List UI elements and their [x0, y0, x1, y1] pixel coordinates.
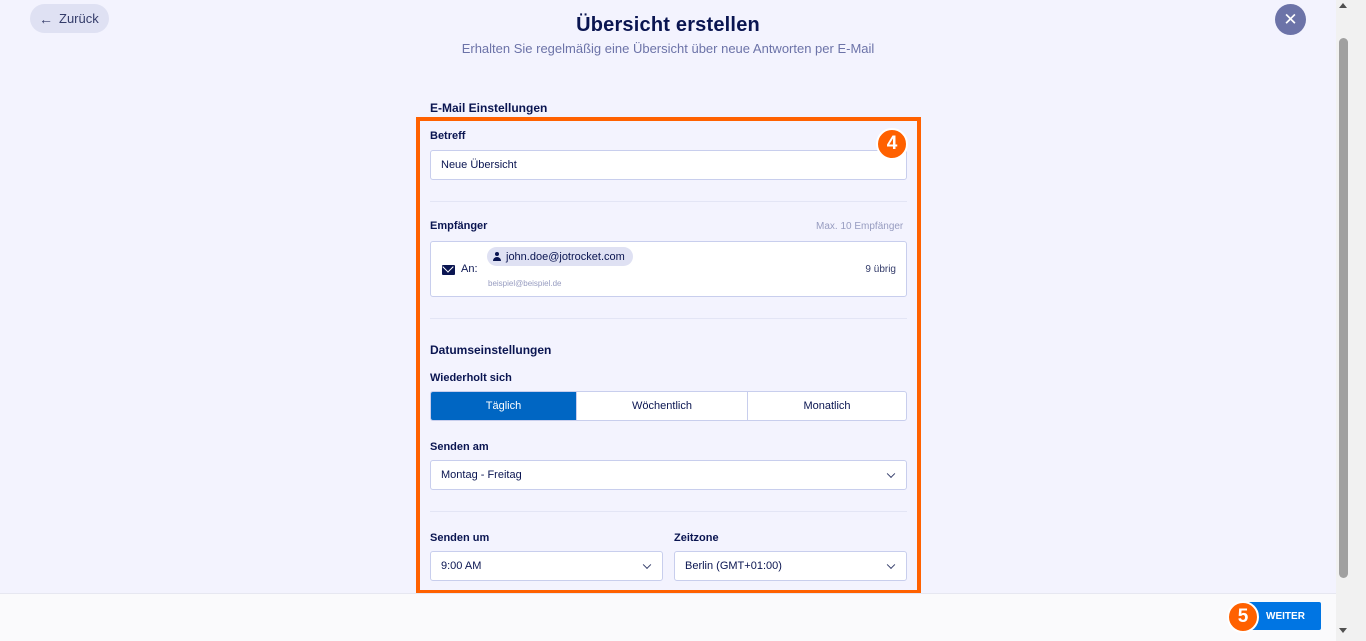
recipients-remaining: 9 übrig: [865, 264, 896, 275]
to-label: An:: [461, 263, 478, 275]
page-subtitle: Erhalten Sie regelmäßig eine Übersicht ü…: [461, 41, 875, 56]
email-settings-title: E-Mail Einstellungen: [430, 101, 548, 115]
send-at-label: Senden um: [430, 532, 490, 544]
mail-icon: [442, 265, 455, 275]
divider: [430, 318, 907, 319]
footer-bar: [0, 593, 1336, 641]
send-on-label: Senden am: [430, 441, 489, 453]
send-at-select[interactable]: 9:00 AM: [430, 551, 663, 581]
send-on-value: Montag - Freitag: [441, 469, 522, 481]
chevron-down-icon: [642, 560, 652, 570]
subject-input[interactable]: Neue Übersicht: [430, 150, 907, 180]
scroll-up-icon[interactable]: [1339, 3, 1347, 8]
timezone-value: Berlin (GMT+01:00): [685, 560, 782, 572]
date-settings-title: Datumseinstellungen: [430, 343, 552, 357]
repeat-segmented-control: Täglich Wöchentlich Monatlich: [430, 391, 907, 421]
recipient-chip[interactable]: john.doe@jotrocket.com: [487, 247, 633, 266]
user-icon: [493, 252, 501, 261]
repeat-option-daily[interactable]: Täglich: [431, 392, 577, 420]
chevron-down-icon: [886, 469, 896, 479]
recipients-max-hint: Max. 10 Empfänger: [816, 221, 904, 232]
repeat-option-monthly[interactable]: Monatlich: [748, 392, 906, 420]
scrollbar-thumb[interactable]: [1339, 38, 1348, 578]
send-at-value: 9:00 AM: [441, 560, 482, 572]
scrollbar[interactable]: [1336, 0, 1366, 641]
recipients-field[interactable]: An: john.doe@jotrocket.com beispiel@beis…: [430, 241, 907, 297]
subject-value: Neue Übersicht: [441, 159, 517, 171]
page-title: Übersicht erstellen: [576, 14, 760, 36]
subject-label: Betreff: [430, 130, 466, 142]
repeat-option-weekly[interactable]: Wöchentlich: [577, 392, 748, 420]
repeat-label: Wiederholt sich: [430, 372, 512, 384]
page-header: Übersicht erstellen Erhalten Sie regelmä…: [0, 14, 1336, 56]
divider: [430, 201, 907, 202]
recipient-email: john.doe@jotrocket.com: [506, 250, 625, 263]
step-badge-5: 5: [1227, 601, 1259, 633]
timezone-label: Zeitzone: [674, 532, 719, 544]
recipients-label: Empfänger: [430, 220, 488, 232]
step-badge-4: 4: [876, 128, 908, 160]
scroll-down-icon[interactable]: [1339, 628, 1347, 633]
send-on-select[interactable]: Montag - Freitag: [430, 460, 907, 490]
chevron-down-icon: [886, 560, 896, 570]
divider: [430, 511, 907, 512]
recipient-input-placeholder[interactable]: beispiel@beispiel.de: [488, 279, 562, 288]
timezone-select[interactable]: Berlin (GMT+01:00): [674, 551, 907, 581]
